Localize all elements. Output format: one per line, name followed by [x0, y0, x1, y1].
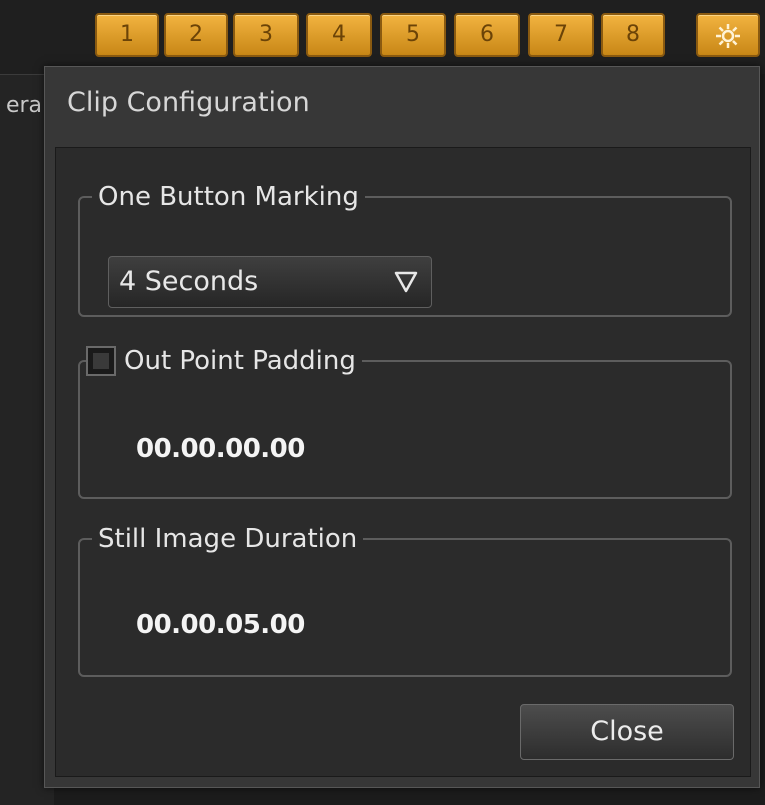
out-point-padding-checkbox[interactable]: [86, 346, 116, 376]
number-button-1[interactable]: 1: [95, 13, 159, 57]
one-button-marking-value: 4 Seconds: [119, 266, 259, 297]
one-button-marking-group: One Button Marking 4 Seconds: [78, 182, 732, 317]
chevron-down-icon: [394, 271, 418, 293]
settings-button[interactable]: [696, 13, 760, 57]
left-panel-tab-label: era: [5, 93, 42, 118]
still-image-duration-value[interactable]: 00.00.05.00: [136, 610, 305, 640]
one-button-marking-label: One Button Marking: [98, 182, 359, 212]
top-toolbar: 1 2 3 4 5 6 7 8: [0, 0, 765, 74]
number-button-3[interactable]: 3: [233, 13, 299, 57]
gear-icon: [716, 24, 740, 48]
number-button-7[interactable]: 7: [528, 13, 594, 57]
left-panel-tab[interactable]: era: [0, 89, 44, 129]
still-image-duration-legend: Still Image Duration: [92, 524, 363, 554]
clip-configuration-dialog: Clip Configuration One Button Marking 4 …: [44, 66, 760, 788]
dialog-body: One Button Marking 4 Seconds Out Point P…: [55, 147, 751, 777]
number-button-5[interactable]: 5: [380, 13, 446, 57]
number-button-2[interactable]: 2: [164, 13, 228, 57]
one-button-marking-legend: One Button Marking: [92, 182, 365, 212]
number-button-8[interactable]: 8: [601, 13, 665, 57]
close-button[interactable]: Close: [520, 704, 734, 760]
out-point-padding-legend: Out Point Padding: [86, 346, 362, 376]
still-image-duration-label: Still Image Duration: [98, 524, 358, 554]
number-button-6[interactable]: 6: [454, 13, 520, 57]
out-point-padding-group: Out Point Padding 00.00.00.00: [78, 346, 732, 499]
out-point-padding-label: Out Point Padding: [124, 346, 356, 376]
dialog-title: Clip Configuration: [67, 87, 310, 118]
out-point-padding-value[interactable]: 00.00.00.00: [136, 434, 305, 464]
one-button-marking-select[interactable]: 4 Seconds: [108, 256, 432, 308]
still-image-duration-group: Still Image Duration 00.00.05.00: [78, 524, 732, 677]
number-button-4[interactable]: 4: [306, 13, 372, 57]
